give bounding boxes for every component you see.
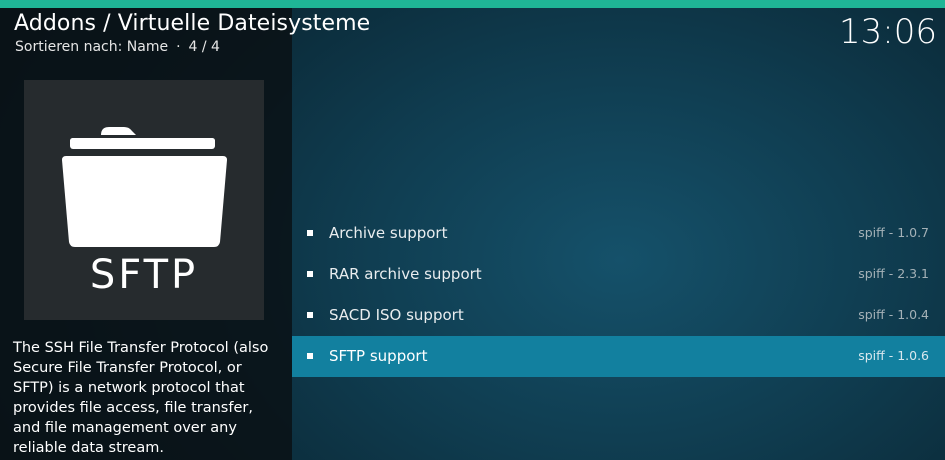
kodi-addon-browser: Addons / Virtuelle Dateisysteme Sortiere… xyxy=(0,0,945,460)
list-item-version: spiff - 1.0.7 xyxy=(858,225,929,240)
list-item-archive-support[interactable]: Archive support spiff - 1.0.7 xyxy=(292,213,945,254)
bullet-icon xyxy=(307,312,313,318)
sort-info[interactable]: Sortieren nach: Name · 4 / 4 xyxy=(15,39,220,55)
list-item-label: Archive support xyxy=(329,224,448,242)
separator-dot: · xyxy=(176,39,181,55)
page-title: Addons / Virtuelle Dateisysteme xyxy=(14,11,371,36)
list-item-label: SACD ISO support xyxy=(329,306,464,324)
thumbnail-label: SFTP xyxy=(89,252,199,298)
list-item-rar-archive-support[interactable]: RAR archive support spiff - 2.3.1 xyxy=(292,254,945,295)
bullet-icon xyxy=(307,353,313,359)
addon-thumbnail: SFTP xyxy=(24,80,264,320)
item-position: 4 / 4 xyxy=(188,39,220,55)
list-item-version: spiff - 1.0.6 xyxy=(858,348,929,363)
bullet-icon xyxy=(307,271,313,277)
addon-list: Archive support spiff - 1.0.7 RAR archiv… xyxy=(292,213,945,377)
top-accent-bar xyxy=(0,0,945,8)
list-item-sftp-support[interactable]: SFTP support spiff - 1.0.6 xyxy=(292,336,945,377)
clock: 13:06 xyxy=(839,12,937,52)
list-item-label: RAR archive support xyxy=(329,265,482,283)
list-item-sacd-iso-support[interactable]: SACD ISO support spiff - 1.0.4 xyxy=(292,295,945,336)
list-item-label: SFTP support xyxy=(329,347,428,365)
addon-description: The SSH File Transfer Protocol (also Sec… xyxy=(13,340,269,456)
bullet-icon xyxy=(307,230,313,236)
sort-label: Sortieren nach: Name xyxy=(15,39,169,55)
list-item-version: spiff - 2.3.1 xyxy=(858,266,929,281)
list-item-version: spiff - 1.0.4 xyxy=(858,307,929,322)
